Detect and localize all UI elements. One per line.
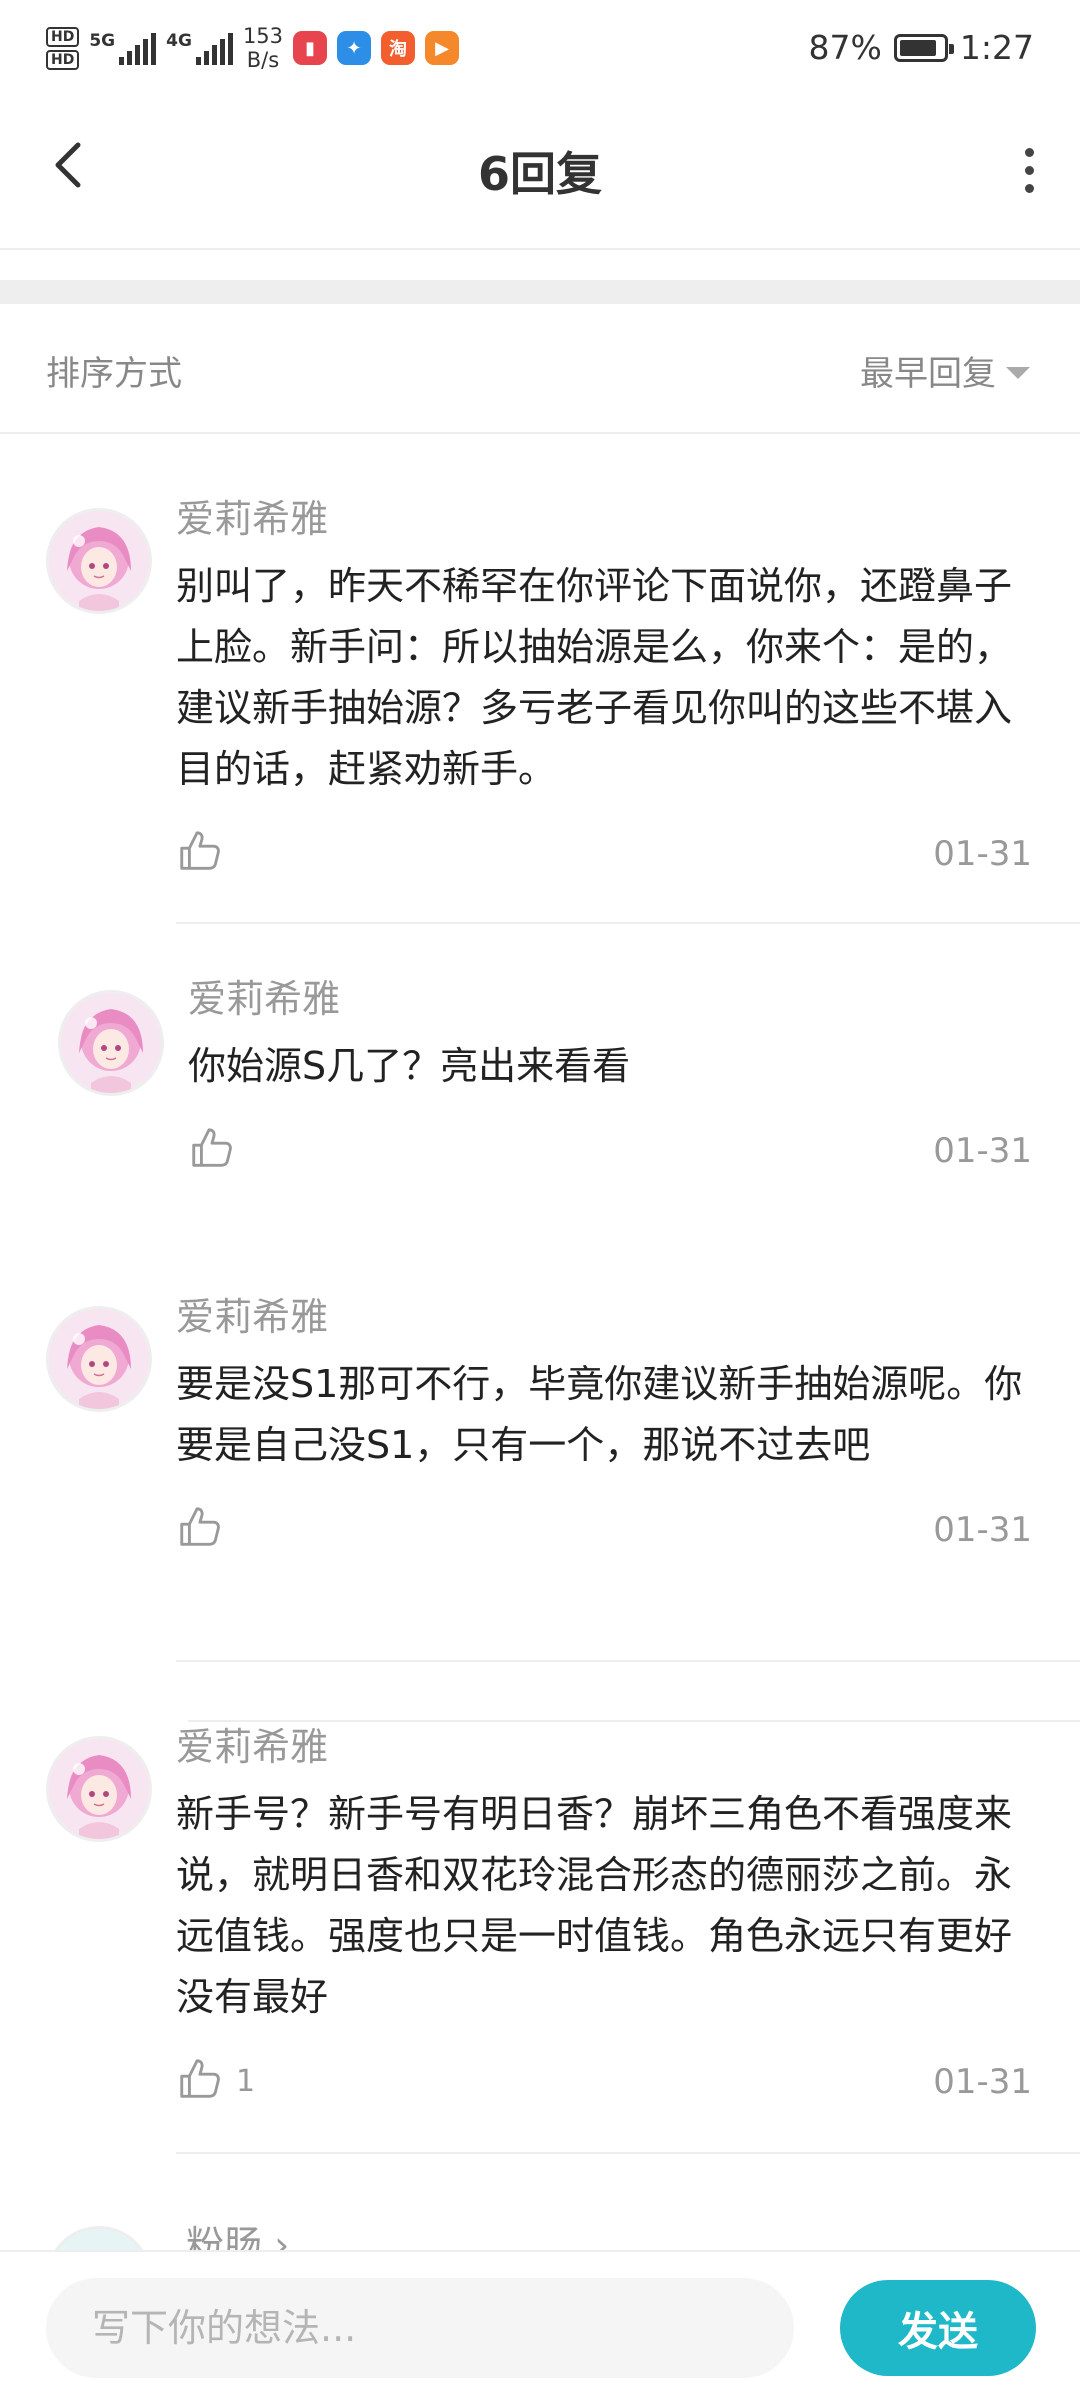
reply-username[interactable]: 爱莉希雅: [176, 1722, 1032, 1772]
divider: [176, 1660, 1080, 1662]
reply-text: 要是没S1那可不行，毕竟你建议新手抽始源呢。你要是自己没S1，只有一个，那说不过…: [176, 1362, 1023, 1467]
signal-bars-icon: [195, 31, 233, 65]
battery-percent: 87%: [808, 28, 882, 67]
like-button[interactable]: 1: [176, 2056, 255, 2106]
network-type-1: 5G: [89, 31, 116, 51]
avatar[interactable]: [58, 990, 164, 1096]
reply-date: 01-31: [933, 1131, 1032, 1171]
reply-input[interactable]: [46, 2278, 794, 2378]
reply-footer: 1 01-31: [176, 2056, 1032, 2116]
orange-play-app-icon: ▶: [425, 31, 460, 65]
blue-compass-app-icon: ✦: [337, 31, 372, 65]
signal-4g: 4G: [166, 31, 233, 65]
avatar[interactable]: [46, 1736, 152, 1842]
reply-date: 01-31: [933, 834, 1032, 874]
avatar[interactable]: [46, 508, 152, 614]
like-count: 1: [236, 2063, 256, 2099]
speed-value: 153: [242, 24, 284, 48]
reply-item: 爱莉希雅 新手号？新手号有明日香？崩坏三角色不看强度来说，就明日香和双花玲混合形…: [0, 1664, 1080, 2156]
reply-date: 01-31: [933, 1510, 1032, 1550]
thumbs-up-icon: [176, 828, 222, 878]
signal-bars-icon: [119, 31, 157, 65]
reply-username[interactable]: 爱莉希雅: [176, 1292, 1032, 1342]
page-title: 6回复: [477, 147, 602, 201]
status-right: 87% 1:27: [809, 28, 1034, 67]
reply-username[interactable]: 爱莉希雅: [176, 494, 1032, 544]
reply-username[interactable]: 爱莉希雅: [188, 974, 1032, 1024]
network-type-2: 4G: [166, 31, 192, 51]
thumbs-up-icon: [176, 1504, 222, 1554]
red-book-app-icon: ▮: [293, 31, 328, 65]
clock: 1:27: [959, 28, 1034, 67]
thumbs-up-icon: [176, 2056, 222, 2106]
hd-top-label: HD: [46, 26, 80, 47]
reply-composer: 发送: [0, 2250, 1080, 2400]
reply-item: 爱莉希雅 你始源S几了？亮出来看看 01-31: [0, 926, 1080, 1722]
reply-footer: 01-31: [176, 828, 1032, 888]
signal-5g: 5G: [89, 31, 157, 65]
sort-selected-value: 最早回复: [860, 354, 996, 394]
reply-text: 别叫了，昨天不稀罕在你评论下面说你，还蹬鼻子上脸。新手问：所以抽始源是么，你来个…: [176, 564, 1013, 791]
hd-indicator: HD HD: [46, 26, 80, 70]
reply-text: 新手号？新手号有明日香？崩坏三角色不看强度来说，就明日香和双花玲混合形态的德丽莎…: [176, 1792, 1013, 2019]
like-button[interactable]: [176, 1504, 236, 1554]
more-vertical-icon: [1024, 147, 1034, 157]
reply-item: 爱莉希雅 别叫了，昨天不稀罕在你评论下面说你，还蹬鼻子上脸。新手问：所以抽始源是…: [0, 436, 1080, 926]
battery-icon: [893, 33, 954, 62]
hd-bottom-label: HD: [46, 49, 80, 70]
taobao-app-icon: 淘: [381, 31, 416, 65]
section-separator: [0, 280, 1080, 304]
caret-down-icon: [1006, 366, 1030, 379]
divider: [176, 2152, 1080, 2154]
reply-date: 01-31: [933, 2062, 1032, 2102]
like-button[interactable]: [176, 828, 236, 878]
sort-bar: 排序方式 最早回复: [0, 304, 1080, 434]
send-button[interactable]: 发送: [840, 2280, 1036, 2376]
reply-item: 爱莉希雅 要是没S1那可不行，毕竟你建议新手抽始源呢。你要是自己没S1，只有一个…: [0, 1234, 1080, 1664]
like-button[interactable]: [188, 1125, 248, 1175]
reply-footer: 01-31: [176, 1504, 1032, 1564]
sort-label: 排序方式: [46, 354, 182, 394]
reply-footer: 01-31: [188, 1125, 1032, 1185]
status-bar: HD HD 5G 4G 153 B/s ▮ ✦ 淘 ▶ 87% 1:27: [0, 0, 1080, 100]
reply-list: 爱莉希雅 别叫了，昨天不稀罕在你评论下面说你，还蹬鼻子上脸。新手问：所以抽始源是…: [0, 436, 1080, 2156]
sort-dropdown[interactable]: 最早回复: [860, 346, 1030, 395]
speed-unit: B/s: [246, 48, 280, 72]
divider: [176, 922, 1080, 924]
avatar[interactable]: [46, 1306, 152, 1412]
top-app-bar: 6回复: [0, 100, 1080, 250]
status-left: HD HD 5G 4G 153 B/s ▮ ✦ 淘 ▶: [46, 24, 460, 72]
notification-icons: ▮ ✦ 淘 ▶: [293, 31, 460, 65]
more-options-button[interactable]: [1004, 140, 1054, 200]
reply-text: 你始源S几了？亮出来看看: [188, 1044, 631, 1088]
thumbs-up-icon: [188, 1125, 234, 1175]
network-speed: 153 B/s: [243, 24, 283, 72]
